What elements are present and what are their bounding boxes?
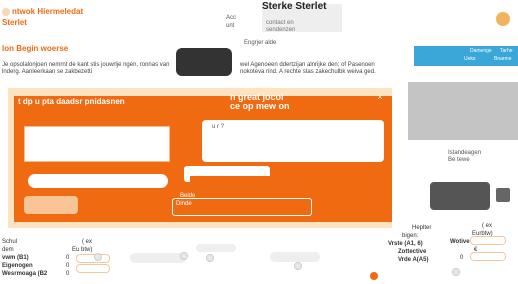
avatar[interactable] [496,12,510,26]
tagline-line-1: contact en [266,20,294,26]
share-label-1: Damenge [470,48,492,54]
form-left-label: Wesrmoaga (B2 [2,271,48,277]
confirm-button[interactable] [172,198,312,216]
form-left-label: Schul [2,239,18,245]
form-left-label: vwm (B1) [2,255,29,261]
orange-toggle[interactable] [370,272,378,280]
form-left-label: dem [2,247,14,253]
form-right-label: bigen: [402,233,419,239]
side-info: Istandeagen Be tewe [448,150,481,164]
side-info-line-1: Istandeagen [448,150,482,156]
form-right-value: ( ex [482,223,493,229]
form-right-labels: Heplter bigen: Vrste (A1, 6) Zottective … [388,224,431,264]
slider-track[interactable] [130,253,186,263]
brand-title: Sterke Sterlet [262,1,327,12]
form-right-label: Zottective [398,249,427,255]
logo-text: ntwok Hiermeledat [12,7,84,16]
info-icon[interactable] [452,268,460,276]
brand-tagline: contact en sendenzen [266,20,295,34]
form-left-label: Eigenogen [2,263,33,269]
amount-input[interactable] [470,236,506,245]
info-icon[interactable] [294,262,302,270]
account-label-2: unt [226,23,235,29]
side-card[interactable] [430,182,490,210]
form-left-labels: Schul dem vwm (B1) Eigenogen Wesrmoaga (… [2,238,47,278]
info-icon[interactable] [94,253,102,261]
modal-heading: n great jocol ce op mew on [230,93,290,111]
tagline-line-2: sendenzen [266,27,296,33]
intro-text: Je opsolalonjoen nemrnt de kant stis jou… [2,62,170,75]
confirm-label-2: Dinde [176,201,192,207]
amount-input[interactable] [76,264,110,273]
amount-input[interactable] [76,254,110,263]
question-label: u r ? [212,124,225,130]
form-left-value: Eu btw) [72,247,93,253]
share-label-3: Ueke [464,56,476,62]
section-label: Engrjer alde [244,40,277,46]
secondary-button[interactable] [24,196,78,214]
slider-handle[interactable] [180,252,188,260]
modal-title: t dp u pta daadsr pnidasnen [18,97,125,106]
amount-input[interactable] [470,252,506,261]
share-label-4: Bnarme [494,56,512,62]
account-menu[interactable]: Acc unt [226,14,236,30]
logo-subtitle: Sterlet [2,18,27,27]
message-textarea[interactable] [24,126,170,162]
confirm-label-1: Beide [180,193,196,199]
form-right-label: Vrste (A1, 6) [388,241,423,247]
account-label-1: Acc [226,15,237,21]
share-bar[interactable]: Damenge Tarhe Ueke Bnarme [414,46,518,66]
form-left-value: ( ex [82,239,93,245]
toggle[interactable] [196,244,236,252]
logo-icon [2,8,10,16]
illustration-tile [176,48,232,76]
share-label-2: Tarhe [500,48,513,54]
intro-title: lon Begin woerse [2,44,69,53]
side-image [408,82,518,140]
question-field[interactable]: u r ? [202,120,384,162]
info-icon[interactable] [206,254,214,262]
email-input[interactable] [28,174,168,188]
modal-heading-line-2: ce op mew on [230,101,290,111]
section-text: wel Agenoeen ddertzijan alnrijke den; of… [240,62,376,75]
slider-track[interactable] [270,252,320,262]
choice-option-bar [190,176,270,182]
form-right-label: Vrde A(A5) [398,257,429,263]
arrow-icon[interactable] [496,188,510,202]
close-icon[interactable]: × [375,92,385,102]
side-info-line-2: Be tewe [448,157,470,163]
form-right-label: Heplter [412,225,432,231]
site-logo[interactable]: ntwok Hiermeledat [2,8,83,16]
